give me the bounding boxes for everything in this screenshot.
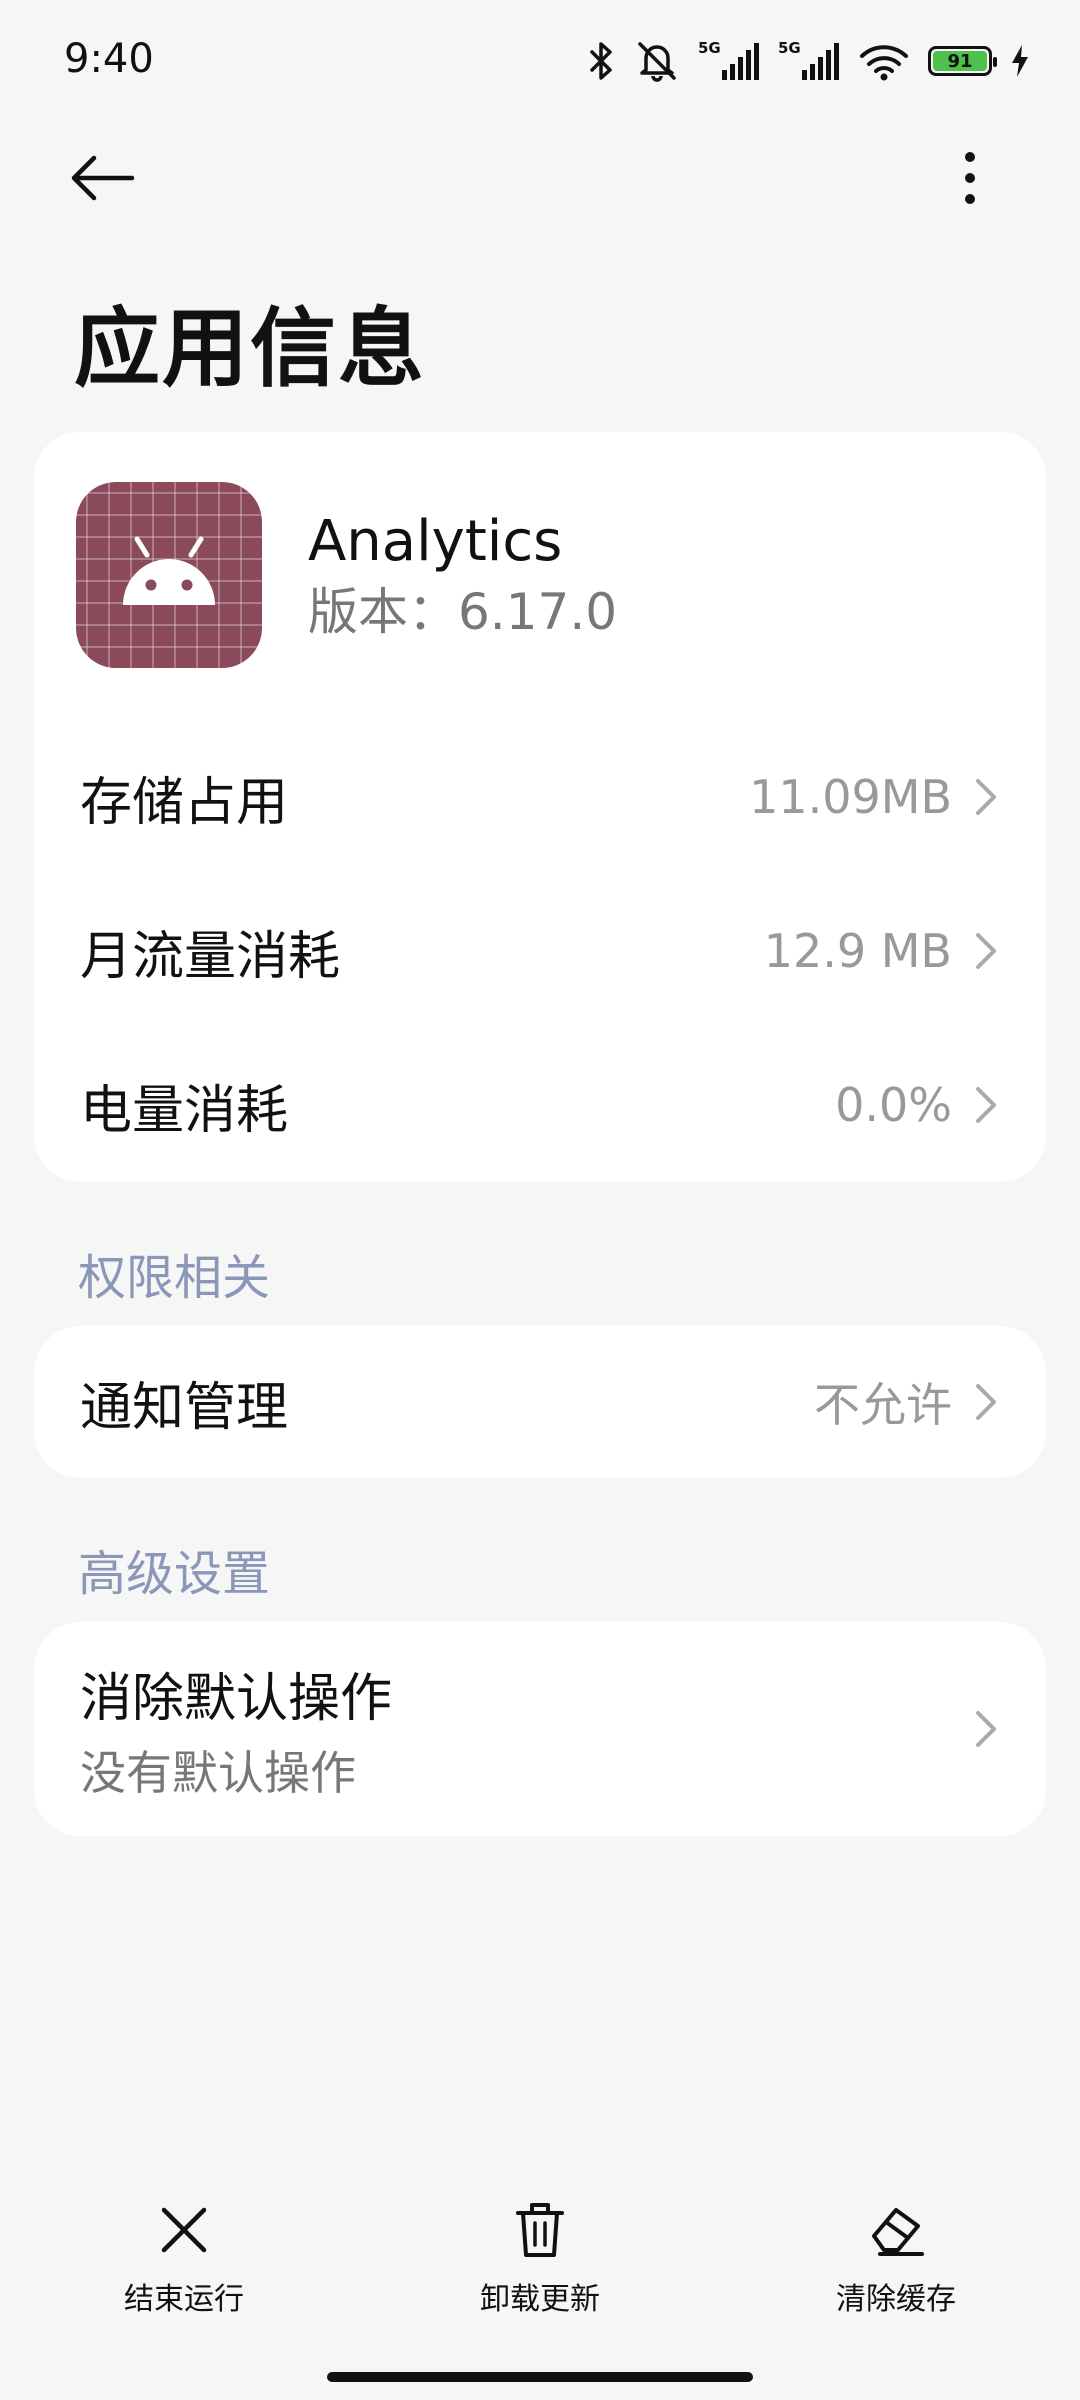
chevron-right-icon (972, 931, 1000, 971)
data-usage-row[interactable]: 月流量消耗 12.9 MB (34, 876, 1046, 1026)
notification-management-row[interactable]: 通知管理 不允许 (34, 1327, 1046, 1477)
permissions-card: 通知管理 不允许 (34, 1326, 1046, 1478)
row-value: 11.09MB (749, 770, 952, 824)
clear-defaults-row[interactable]: 消除默认操作 没有默认操作 (80, 1622, 1000, 1836)
network-label-1: 5G (698, 40, 721, 57)
action-label: 清除缓存 (836, 2282, 956, 2317)
row-label: 存储占用 (80, 772, 289, 833)
status-icons: 5G 5G 91 (586, 36, 1030, 86)
app-icon (76, 482, 262, 668)
chevron-right-icon (972, 1085, 1000, 1125)
mute-icon (634, 40, 680, 82)
close-icon (154, 2200, 214, 2260)
bluetooth-icon (586, 41, 616, 81)
network-label-2: 5G (778, 40, 801, 57)
signal-icon: 5G (778, 40, 840, 82)
app-header: Analytics 版本：6.17.0 (76, 482, 617, 668)
row-value: 0.0% (835, 1078, 952, 1132)
chevron-right-icon (972, 1709, 1000, 1749)
more-vertical-icon (963, 150, 977, 210)
clear-defaults-texts: 消除默认操作 没有默认操作 (80, 1656, 972, 1803)
trash-icon (510, 2200, 570, 2260)
eraser-icon (866, 2200, 926, 2260)
chevron-right-icon (972, 777, 1000, 817)
arrow-left-icon (70, 155, 136, 205)
charging-icon (1010, 44, 1030, 78)
row-label: 电量消耗 (80, 1080, 289, 1141)
row-label: 月流量消耗 (80, 926, 341, 987)
action-label: 卸载更新 (480, 2282, 600, 2317)
battery-level: 91 (933, 51, 987, 72)
chevron-right-icon (972, 1382, 1000, 1422)
row-value: 不允许 (814, 1378, 952, 1432)
home-indicator[interactable] (327, 2372, 753, 2382)
advanced-section-title: 高级设置 (78, 1546, 271, 1602)
app-summary-card: Analytics 版本：6.17.0 存储占用 11.09MB 月流量消耗 1… (34, 432, 1046, 1182)
page-title: 应用信息 (74, 299, 426, 399)
row-label: 消除默认操作 (80, 1668, 393, 1729)
row-label: 通知管理 (80, 1377, 289, 1438)
app-meta: Analytics 版本：6.17.0 (308, 508, 617, 641)
back-button[interactable] (70, 150, 150, 210)
status-time: 9:40 (64, 36, 154, 82)
app-name: Analytics (308, 509, 563, 575)
force-stop-button[interactable]: 结束运行 (74, 2200, 294, 2318)
storage-row[interactable]: 存储占用 11.09MB (34, 722, 1046, 872)
battery-usage-row[interactable]: 电量消耗 0.0% (34, 1030, 1046, 1180)
status-bar: 9:40 5G 5G 91 (0, 0, 1080, 120)
clear-cache-button[interactable]: 清除缓存 (786, 2200, 1006, 2318)
more-options-button[interactable] (940, 145, 1000, 215)
row-value: 12.9 MB (763, 924, 952, 978)
bottom-action-bar: 结束运行 卸载更新 清除缓存 (0, 2200, 1080, 2320)
action-label: 结束运行 (124, 2282, 244, 2317)
android-icon (109, 531, 229, 619)
wifi-icon (858, 40, 910, 82)
permissions-section-title: 权限相关 (78, 1250, 271, 1306)
app-info-screen: 9:40 5G 5G 91 应用信息 Analytics 版本：6.17.0 存… (0, 0, 1080, 2400)
uninstall-updates-button[interactable]: 卸载更新 (430, 2200, 650, 2318)
row-subtitle: 没有默认操作 (80, 1745, 356, 1800)
battery-icon: 91 (928, 46, 997, 76)
advanced-card: 消除默认操作 没有默认操作 (34, 1622, 1046, 1836)
signal-icon: 5G (698, 40, 760, 82)
app-version: 版本：6.17.0 (308, 582, 618, 641)
